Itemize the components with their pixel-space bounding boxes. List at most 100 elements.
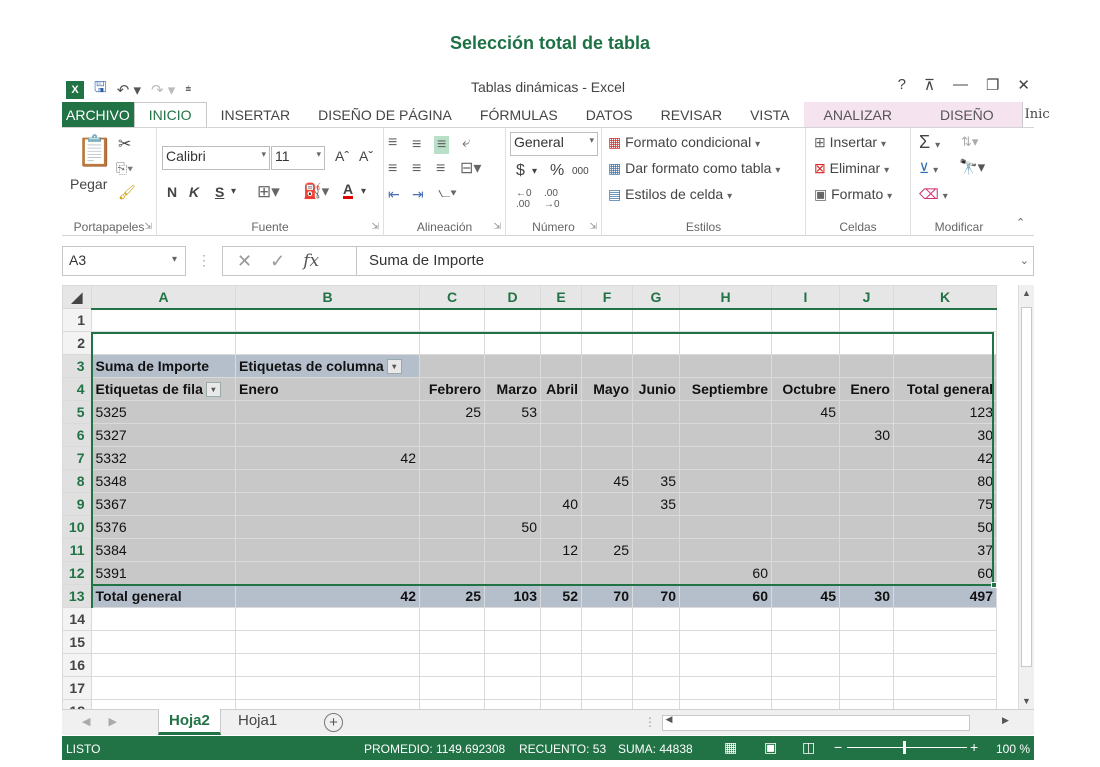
cell-j11[interactable] — [839, 538, 894, 562]
cell-c10[interactable] — [419, 515, 485, 539]
row-header[interactable]: 17 — [62, 676, 92, 700]
row-header[interactable]: 18 — [62, 699, 92, 709]
zoom-slider[interactable] — [847, 747, 967, 748]
cell-i14[interactable] — [771, 607, 840, 631]
increase-decimal-icon[interactable]: ←0.00 — [516, 188, 532, 210]
cell-h18[interactable] — [679, 699, 772, 709]
cell-b2[interactable] — [235, 331, 420, 355]
column-header-i[interactable]: I — [771, 285, 840, 310]
align-left-icon[interactable]: ≡ — [388, 160, 397, 178]
cell-d8[interactable] — [484, 469, 541, 493]
cell-h2[interactable] — [679, 331, 772, 355]
fill-handle[interactable] — [991, 582, 997, 588]
bold-button[interactable]: N — [167, 184, 177, 200]
cell-a9[interactable]: 5367 — [91, 492, 236, 516]
cell-c4[interactable]: Febrero — [419, 377, 485, 401]
cell-g3[interactable] — [632, 354, 680, 378]
cell-f9[interactable] — [581, 492, 633, 516]
cell-j9[interactable] — [839, 492, 894, 516]
page-layout-view-icon[interactable]: ▣ — [764, 739, 777, 756]
vertical-scrollbar[interactable]: ▲ ▼ — [1018, 285, 1034, 709]
cell-a7[interactable]: 5332 — [91, 446, 236, 470]
cell-c1[interactable] — [419, 308, 485, 332]
font-color-dropdown-icon[interactable]: ▾ — [361, 186, 366, 197]
underline-button[interactable]: S — [215, 184, 224, 200]
cell-k3[interactable] — [893, 354, 997, 378]
cell-d16[interactable] — [484, 653, 541, 677]
cell-b17[interactable] — [235, 676, 420, 700]
select-all-corner[interactable]: ◢ — [62, 285, 92, 309]
cell-g11[interactable] — [632, 538, 680, 562]
cell-g8[interactable]: 35 — [632, 469, 680, 493]
cell-i3[interactable] — [771, 354, 840, 378]
cell-h1[interactable] — [679, 308, 772, 332]
column-header-h[interactable]: H — [679, 285, 772, 310]
cell-e14[interactable] — [540, 607, 582, 631]
cell-d5[interactable]: 53 — [484, 400, 541, 424]
cell-i13[interactable]: 45 — [771, 583, 840, 608]
cell-h6[interactable] — [679, 423, 772, 447]
cell-k5[interactable]: 123 — [893, 400, 997, 424]
cell-d7[interactable] — [484, 446, 541, 470]
cell-b3[interactable]: Etiquetas de columna ▾ — [235, 354, 420, 378]
cell-b15[interactable] — [235, 630, 420, 654]
cell-e11[interactable]: 12 — [540, 538, 582, 562]
cell-b18[interactable] — [235, 699, 420, 709]
cell-d12[interactable] — [484, 561, 541, 585]
cell-k14[interactable] — [893, 607, 997, 631]
launcher-alineacion-icon[interactable]: ⇲ — [493, 221, 501, 232]
enter-icon[interactable]: ✓ — [270, 251, 285, 272]
cell-j5[interactable] — [839, 400, 894, 424]
cell-k18[interactable] — [893, 699, 997, 709]
cell-b4[interactable]: Enero — [235, 377, 420, 401]
cell-c8[interactable] — [419, 469, 485, 493]
cell-a2[interactable] — [91, 331, 236, 355]
italic-button[interactable]: K — [189, 184, 199, 200]
tab-revisar[interactable]: REVISAR — [647, 102, 736, 127]
cell-i17[interactable] — [771, 676, 840, 700]
cell-k9[interactable]: 75 — [893, 492, 997, 516]
row-header[interactable]: 5 — [62, 400, 93, 424]
cell-j17[interactable] — [839, 676, 894, 700]
cell-d15[interactable] — [484, 630, 541, 654]
cell-a17[interactable] — [91, 676, 236, 700]
row-header[interactable]: 1 — [62, 308, 92, 332]
sheet-next-icon[interactable]: ▶ — [108, 715, 116, 728]
cell-a11[interactable]: 5384 — [91, 538, 236, 562]
row-header[interactable]: 8 — [62, 469, 93, 493]
cell-j7[interactable] — [839, 446, 894, 470]
cell-e10[interactable] — [540, 515, 582, 539]
worksheet-grid[interactable]: ◢ ABCDEFGHIJK 1 2 3 Suma de Importe Etiqueta… — [62, 285, 1018, 709]
column-header-g[interactable]: G — [632, 285, 680, 310]
cell-e3[interactable] — [540, 354, 582, 378]
cell-h3[interactable] — [679, 354, 772, 378]
cell-j15[interactable] — [839, 630, 894, 654]
insert-cells-button[interactable]: ⊞ Insertar ▾ — [814, 134, 886, 151]
cell-f16[interactable] — [581, 653, 633, 677]
decrease-decimal-icon[interactable]: .00 →0 — [544, 188, 560, 210]
cell-h15[interactable] — [679, 630, 772, 654]
fill-color-icon[interactable]: ⛽▾ — [303, 182, 329, 200]
align-center-icon[interactable]: ≡ — [412, 160, 421, 178]
cell-i18[interactable] — [771, 699, 840, 709]
sort-filter-icon[interactable]: ⇅▾ — [961, 134, 978, 150]
minimize-button[interactable]: — — [953, 76, 968, 94]
cell-g15[interactable] — [632, 630, 680, 654]
copy-icon[interactable]: ⎘▾ — [116, 160, 133, 177]
cell-g12[interactable] — [632, 561, 680, 585]
sheet-tab-hoja1[interactable]: Hoja1 — [228, 709, 287, 735]
cell-g5[interactable] — [632, 400, 680, 424]
cell-k16[interactable] — [893, 653, 997, 677]
conditional-format-button[interactable]: ▦ Formato condicional ▾ — [608, 134, 760, 151]
delete-cells-button[interactable]: ⊠ Eliminar ▾ — [814, 160, 889, 177]
increase-indent-icon[interactable]: ⇥ — [412, 186, 424, 203]
launcher-fuente-icon[interactable]: ⇲ — [371, 221, 379, 232]
cell-i15[interactable] — [771, 630, 840, 654]
grow-font-icon[interactable]: Aˆ — [335, 148, 349, 164]
cell-e7[interactable] — [540, 446, 582, 470]
cell-a16[interactable] — [91, 653, 236, 677]
cell-b5[interactable] — [235, 400, 420, 424]
filter-dropdown-icon[interactable]: ▾ — [386, 359, 402, 375]
cancel-icon[interactable]: ✕ — [237, 251, 252, 272]
cell-b9[interactable] — [235, 492, 420, 516]
